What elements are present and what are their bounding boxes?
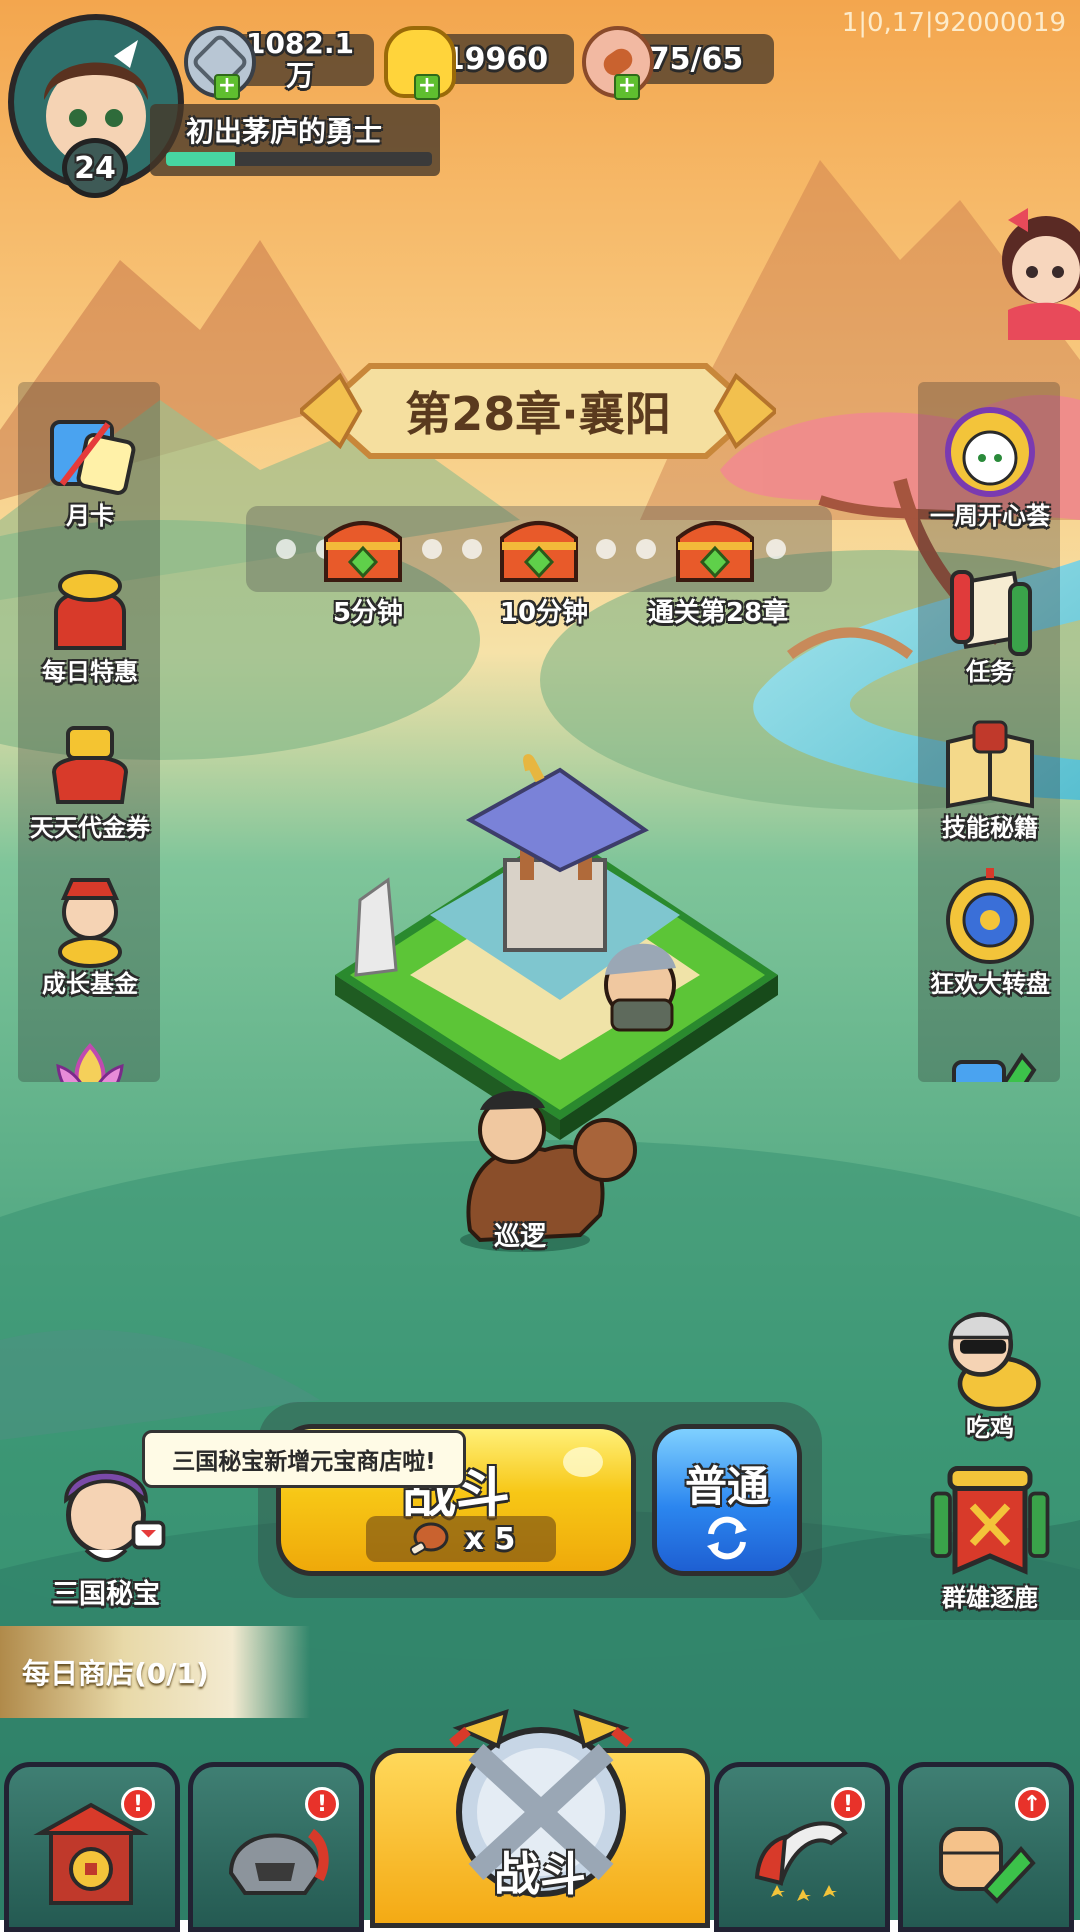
nav-tab-shop[interactable]: ! — [4, 1762, 180, 1932]
reward-chest-1[interactable]: 5分钟 — [318, 508, 418, 629]
event-girl-character[interactable] — [988, 200, 1080, 340]
patrol-label[interactable]: 巡逻 — [494, 1216, 546, 1253]
menu-daily-voucher-label: 天天代金券 — [30, 814, 150, 842]
upgrade-arrow-icon — [952, 1052, 1037, 1082]
nav-tab-shop-alert: ! — [121, 1787, 155, 1821]
lotus-icon — [56, 1043, 124, 1082]
battle-cost: x 5 — [366, 1516, 556, 1562]
menu-skill-book[interactable]: 技能秘籍 — [910, 712, 1070, 843]
skill-book-icon — [946, 720, 1034, 809]
gold-ingot-bag-icon — [51, 726, 129, 804]
nav-tab-heroes-alert: ! — [831, 1787, 865, 1821]
menu-lotus[interactable] — [10, 1026, 170, 1082]
player-title: 初出茅庐的勇士 — [186, 115, 383, 148]
nav-tab-heroes[interactable]: ! — [714, 1762, 890, 1932]
calendar-card-icon — [50, 420, 136, 495]
menu-monthly-card[interactable]: 月卡 — [10, 400, 170, 531]
menu-monthly-card-label: 月卡 — [66, 502, 114, 530]
wheel-icon — [946, 868, 1034, 964]
menu-skill-book-label: 技能秘籍 — [942, 814, 1038, 842]
feature-qunxiong[interactable]: 群雄逐鹿 — [910, 1456, 1070, 1613]
treasure-chest-icon — [324, 521, 402, 582]
happy-week-icon — [945, 407, 1035, 497]
feature-chicken[interactable]: 吃鸡 — [910, 1296, 1070, 1443]
feature-chicken-label: 吃鸡 — [966, 1414, 1014, 1442]
menu-upgrade[interactable] — [910, 1026, 1070, 1082]
battle-cost-value: x 5 — [464, 1521, 516, 1557]
nav-tab-equipment-alert: ! — [305, 1787, 339, 1821]
difficulty-mode-label: 普通 — [684, 1462, 769, 1511]
gift-bag-icon — [54, 570, 126, 650]
meat-drumstick-icon — [409, 1522, 449, 1556]
menu-happy-week[interactable]: 一周开心荟 — [910, 400, 1070, 531]
feature-treasure-label: 三国秘宝 — [52, 1579, 160, 1610]
feature-qunxiong-label: 群雄逐鹿 — [942, 1584, 1038, 1612]
treasure-speech-bubble: 三国秘宝新增元宝商店啦! — [142, 1430, 466, 1488]
reward-chest-2-label: 10分钟 — [499, 598, 589, 628]
menu-carnival-wheel[interactable]: 狂欢大转盘 — [910, 868, 1070, 999]
player-xp-bar — [166, 152, 432, 166]
nav-tab-equipment[interactable]: ! — [188, 1762, 364, 1932]
treasure-chest-icon — [500, 521, 578, 582]
stamina-add-button[interactable]: + — [614, 74, 640, 100]
menu-growth-fund-label: 成长基金 — [42, 970, 138, 998]
reward-chest-3[interactable]: 通关第28章 — [648, 508, 788, 629]
build-id-text: 1|0,17|92000019 — [841, 8, 1066, 38]
menu-tasks[interactable]: 任务 — [910, 556, 1070, 687]
refresh-icon — [707, 1516, 747, 1560]
menu-tasks-label: 任务 — [966, 658, 1014, 686]
treasure-chest-icon — [676, 521, 754, 582]
reward-chest-2[interactable]: 10分钟 — [494, 508, 594, 629]
scroll-icon — [950, 570, 1032, 656]
player-level-badge: 24 — [62, 138, 128, 198]
fortune-god-icon — [58, 878, 122, 968]
girl-character-icon — [1002, 208, 1080, 340]
nav-tab-upgrade-alert: ↑ — [1015, 1787, 1049, 1821]
menu-growth-fund[interactable]: 成长基金 — [10, 868, 170, 999]
difficulty-mode-button[interactable]: 普通 — [652, 1424, 802, 1576]
menu-carnival-wheel-label: 狂欢大转盘 — [930, 970, 1050, 998]
silver-add-button[interactable]: + — [214, 74, 240, 100]
reward-chest-3-label: 通关第28章 — [647, 598, 789, 628]
player-xp-fill — [166, 152, 236, 166]
menu-daily-deal[interactable]: 每日特惠 — [10, 556, 170, 687]
menu-daily-deal-label: 每日特惠 — [42, 658, 138, 686]
war-banner-icon — [930, 1466, 1050, 1575]
menu-happy-week-label: 一周开心荟 — [930, 502, 1050, 530]
chicken-character-icon — [948, 1312, 1041, 1412]
button-shine — [563, 1447, 603, 1477]
gold-add-button[interactable]: + — [414, 74, 440, 100]
nav-tab-battle-label: 战斗 — [494, 1847, 586, 1901]
nav-tab-upgrade[interactable]: ↑ — [898, 1762, 1074, 1932]
chapter-title[interactable]: 第28章·襄阳 — [320, 378, 756, 444]
menu-daily-voucher[interactable]: 天天代金券 — [10, 712, 170, 843]
daily-shop-label: 每日商店(0/1) — [22, 1657, 209, 1690]
reward-chest-1-label: 5分钟 — [332, 598, 404, 628]
